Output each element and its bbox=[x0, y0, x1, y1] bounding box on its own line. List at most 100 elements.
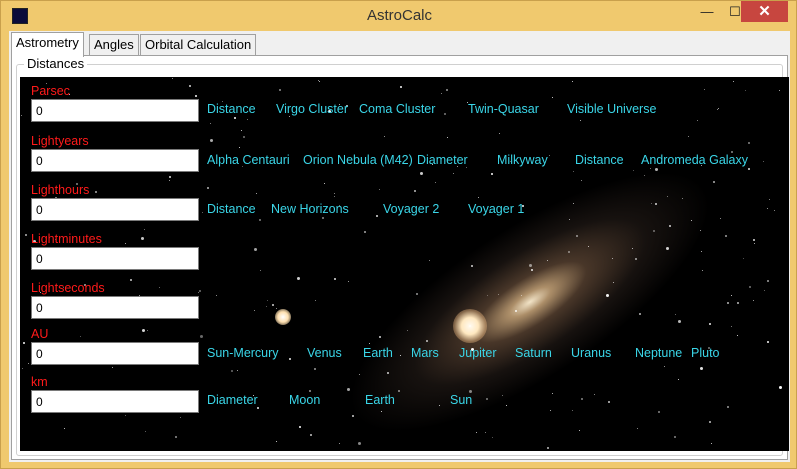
link-visible-universe[interactable]: Visible Universe bbox=[567, 102, 656, 116]
link-sun-mercury[interactable]: Sun-Mercury bbox=[207, 346, 279, 360]
star bbox=[254, 310, 255, 311]
link-parsec-distance[interactable]: Distance bbox=[207, 102, 256, 116]
star bbox=[130, 279, 132, 281]
star bbox=[369, 343, 370, 344]
star bbox=[579, 430, 580, 431]
parsec-label: Parsec bbox=[31, 84, 70, 98]
link-alpha-centauri[interactable]: Alpha Centauri bbox=[207, 153, 290, 167]
lightseconds-label: Lightseconds bbox=[31, 281, 105, 295]
star bbox=[691, 220, 692, 221]
star bbox=[550, 410, 551, 411]
link-earth-km[interactable]: Earth bbox=[365, 393, 395, 407]
star bbox=[466, 167, 467, 168]
star bbox=[613, 282, 614, 283]
link-uranus[interactable]: Uranus bbox=[571, 346, 611, 360]
link-orion-nebula[interactable]: Orion Nebula (M42) bbox=[303, 153, 413, 167]
star bbox=[717, 109, 718, 110]
star bbox=[655, 168, 658, 171]
star bbox=[491, 173, 493, 175]
star bbox=[667, 196, 668, 197]
star bbox=[727, 406, 729, 408]
link-pluto[interactable]: Pluto bbox=[691, 346, 720, 360]
link-voyager-2[interactable]: Voyager 2 bbox=[383, 202, 439, 216]
link-new-horizons[interactable]: New Horizons bbox=[271, 202, 349, 216]
link-neptune[interactable]: Neptune bbox=[635, 346, 682, 360]
star bbox=[635, 258, 637, 260]
link-milkyway[interactable]: Milkyway bbox=[497, 153, 548, 167]
star bbox=[400, 86, 402, 88]
star bbox=[381, 411, 382, 412]
link-voyager-1[interactable]: Voyager 1 bbox=[468, 202, 524, 216]
star bbox=[28, 363, 29, 364]
lightminutes-input[interactable] bbox=[31, 247, 199, 270]
star bbox=[25, 234, 27, 236]
km-label: km bbox=[31, 375, 48, 389]
link-mars[interactable]: Mars bbox=[411, 346, 439, 360]
star bbox=[779, 386, 782, 389]
star bbox=[748, 168, 750, 170]
star bbox=[334, 196, 335, 197]
star bbox=[199, 290, 201, 292]
link-venus[interactable]: Venus bbox=[307, 346, 342, 360]
star bbox=[446, 89, 448, 91]
star bbox=[702, 270, 703, 271]
link-saturn[interactable]: Saturn bbox=[515, 346, 552, 360]
link-jupiter[interactable]: Jupiter bbox=[459, 346, 497, 360]
star bbox=[502, 395, 503, 396]
lightseconds-input[interactable] bbox=[31, 296, 199, 319]
tab-angles[interactable]: Angles bbox=[89, 34, 139, 56]
star bbox=[769, 199, 770, 200]
link-milkyway-diameter[interactable]: Diameter bbox=[417, 153, 468, 167]
close-button[interactable]: ✕ bbox=[741, 1, 788, 22]
link-lighthours-distance[interactable]: Distance bbox=[207, 202, 256, 216]
star bbox=[210, 123, 211, 124]
star bbox=[256, 193, 257, 194]
parsec-input[interactable] bbox=[31, 99, 199, 122]
km-input[interactable] bbox=[31, 390, 199, 413]
lightyears-input[interactable] bbox=[31, 149, 199, 172]
star bbox=[737, 335, 738, 336]
star bbox=[753, 300, 754, 301]
star bbox=[398, 390, 400, 392]
link-andromeda-galaxy[interactable]: Andromeda Galaxy bbox=[641, 153, 748, 167]
star bbox=[276, 441, 277, 442]
star bbox=[259, 219, 261, 221]
star bbox=[612, 258, 613, 259]
minimize-button[interactable]: — bbox=[694, 1, 720, 22]
star bbox=[763, 161, 764, 162]
star bbox=[379, 336, 381, 338]
tab-astrometry[interactable]: Astrometry bbox=[11, 32, 84, 57]
link-twin-quasar[interactable]: Twin-Quasar bbox=[468, 102, 539, 116]
star bbox=[309, 390, 311, 392]
link-km-diameter[interactable]: Diameter bbox=[207, 393, 258, 407]
link-sun[interactable]: Sun bbox=[450, 393, 472, 407]
star bbox=[175, 436, 177, 438]
star bbox=[299, 426, 301, 428]
minimize-icon: — bbox=[700, 4, 714, 19]
star bbox=[247, 119, 248, 120]
star bbox=[678, 320, 681, 323]
star bbox=[358, 442, 361, 445]
star bbox=[195, 95, 197, 97]
star bbox=[400, 355, 401, 356]
star bbox=[674, 436, 676, 438]
star bbox=[21, 115, 22, 116]
star bbox=[709, 421, 711, 423]
star bbox=[688, 136, 689, 137]
title-bar[interactable]: AstroCalc — ☐ ✕ bbox=[1, 1, 797, 31]
link-moon[interactable]: Moon bbox=[289, 393, 320, 407]
link-andromeda-distance[interactable]: Distance bbox=[575, 153, 624, 167]
au-input[interactable] bbox=[31, 342, 199, 365]
star bbox=[297, 277, 300, 280]
link-virgo-cluster[interactable]: Virgo Cluster bbox=[276, 102, 348, 116]
star bbox=[569, 219, 570, 220]
link-coma-cluster[interactable]: Coma Cluster bbox=[359, 102, 435, 116]
link-earth-au[interactable]: Earth bbox=[363, 346, 393, 360]
tab-orbital-calculation[interactable]: Orbital Calculation bbox=[140, 34, 257, 56]
star bbox=[749, 286, 751, 288]
star bbox=[272, 304, 274, 306]
lighthours-input[interactable] bbox=[31, 198, 199, 221]
star bbox=[198, 292, 199, 293]
star bbox=[210, 139, 213, 142]
star bbox=[552, 97, 553, 98]
